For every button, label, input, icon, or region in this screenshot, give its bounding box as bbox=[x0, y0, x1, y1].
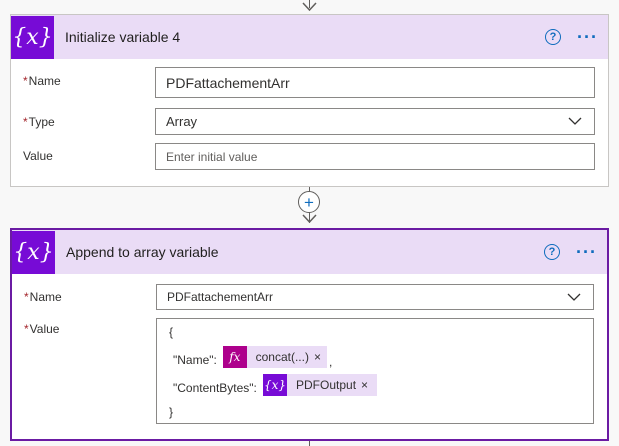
chevron-down-icon bbox=[568, 117, 582, 125]
card-header[interactable]: {x} Initialize variable 4 ? ··· bbox=[11, 15, 608, 59]
required-mark: * bbox=[23, 74, 28, 88]
json-comma: , bbox=[329, 355, 333, 369]
name-label: *Name bbox=[24, 290, 62, 304]
type-select[interactable]: Array bbox=[155, 108, 595, 135]
expression-label: concat(...) bbox=[255, 350, 309, 364]
append-to-array-card[interactable]: {x} Append to array variable ? ··· *Name… bbox=[10, 228, 609, 441]
help-icon[interactable]: ? bbox=[545, 29, 562, 45]
name-select[interactable]: PDFattachementArr bbox=[156, 284, 594, 310]
chevron-down-icon bbox=[567, 293, 581, 301]
name-row: *Name PDFattachementArr bbox=[11, 67, 608, 98]
arrow-down-icon bbox=[302, 2, 317, 12]
required-mark: * bbox=[23, 115, 28, 129]
card-title[interactable]: Initialize variable 4 bbox=[65, 29, 545, 45]
variable-token[interactable]: {x} PDFOutput × bbox=[263, 374, 377, 396]
variable-icon: {x} bbox=[263, 374, 287, 396]
required-mark: * bbox=[24, 290, 29, 304]
variable-icon: {x} bbox=[12, 230, 55, 274]
more-options-icon[interactable]: ··· bbox=[576, 242, 597, 263]
expression-token[interactable]: fx concat(...) × bbox=[223, 346, 327, 368]
value-label: Value bbox=[23, 149, 53, 163]
card-header[interactable]: {x} Append to array variable ? ··· bbox=[12, 230, 607, 274]
remove-token-icon[interactable]: × bbox=[314, 350, 327, 364]
json-open-brace: { bbox=[169, 325, 174, 339]
value-placeholder: Enter initial value bbox=[166, 149, 258, 164]
bottom-connector-line bbox=[309, 441, 310, 446]
variable-icon: {x} bbox=[11, 15, 54, 59]
json-close-brace: } bbox=[169, 405, 174, 419]
name-value: PDFattachementArr bbox=[167, 290, 274, 304]
initialize-variable-card[interactable]: {x} Initialize variable 4 ? ··· *Name PD… bbox=[10, 14, 609, 187]
type-row: *Type Array bbox=[11, 108, 608, 138]
variable-label: PDFOutput bbox=[296, 378, 357, 392]
arrow-down-icon bbox=[302, 214, 317, 224]
name-label: *Name bbox=[23, 74, 61, 88]
required-mark: * bbox=[24, 322, 29, 336]
card-title[interactable]: Append to array variable bbox=[66, 244, 544, 260]
value-editor[interactable]: { "Name": fx concat(...) × , "ContentByt… bbox=[156, 318, 594, 424]
type-value: Array bbox=[166, 114, 198, 129]
type-label: *Type bbox=[23, 115, 55, 129]
value-row: Value Enter initial value bbox=[11, 143, 608, 173]
value-label: *Value bbox=[24, 322, 60, 336]
help-icon[interactable]: ? bbox=[544, 244, 561, 260]
add-step-button[interactable]: + bbox=[298, 191, 320, 213]
name-value: PDFattachementArr bbox=[166, 74, 290, 91]
name-row: *Name PDFattachementArr bbox=[12, 284, 607, 314]
more-options-icon[interactable]: ··· bbox=[577, 27, 598, 48]
json-key-name: "Name": bbox=[173, 353, 217, 367]
name-input[interactable]: PDFattachementArr bbox=[155, 67, 595, 98]
value-input[interactable]: Enter initial value bbox=[155, 143, 595, 170]
function-icon: fx bbox=[223, 346, 247, 368]
json-key-contentbytes: "ContentBytes": bbox=[173, 381, 257, 395]
remove-token-icon[interactable]: × bbox=[361, 378, 374, 392]
